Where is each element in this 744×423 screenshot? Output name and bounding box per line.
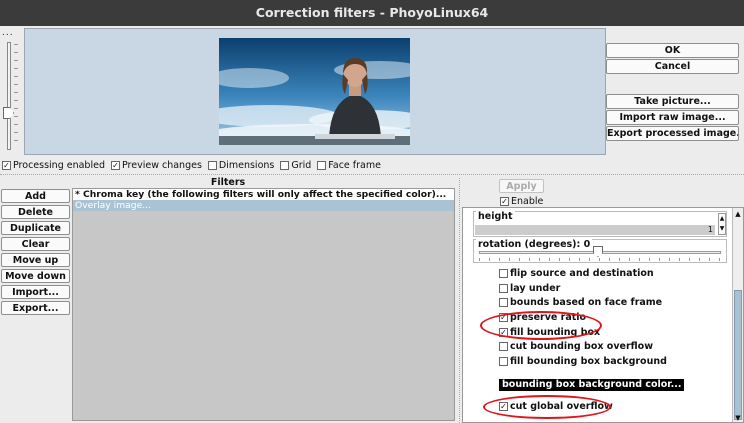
horizontal-splitter[interactable] [0, 174, 744, 175]
rotation-slider-ticks [479, 258, 721, 261]
delete-filter-button[interactable]: Delete [1, 205, 70, 219]
checkbox-box[interactable] [499, 402, 508, 411]
processing-enabled-checkbox[interactable]: Processing enabled [2, 160, 105, 171]
checkbox-box[interactable] [2, 160, 11, 170]
scroll-up-icon[interactable]: ▲ [734, 210, 742, 218]
checkbox-label: preserve ratio [510, 312, 587, 323]
rotation-label: rotation (degrees): 0 [476, 239, 593, 250]
grid-checkbox[interactable]: Grid [280, 160, 311, 171]
height-spinner[interactable]: ▲ ▼ [718, 213, 726, 235]
checkbox-box[interactable] [207, 160, 217, 170]
checkbox-box[interactable] [499, 284, 508, 293]
checkbox-label: Preview changes [121, 159, 202, 171]
checkbox-label: Face frame [328, 159, 381, 171]
filter-list-item[interactable]: * Chroma key (the following filters will… [73, 189, 454, 200]
checkbox-box[interactable] [317, 160, 327, 170]
preview-options: Processing enabled Preview changes Dimen… [2, 158, 384, 172]
scrollbar-thumb[interactable] [734, 290, 742, 420]
bounding-box-background-color-button[interactable]: bounding box background color... [499, 379, 685, 391]
fill-bounding-box-background-checkbox[interactable]: fill bounding box background [499, 356, 667, 367]
preserve-ratio-checkbox[interactable]: preserve ratio [499, 312, 586, 323]
vertical-splitter[interactable] [459, 178, 460, 423]
rotation-slider-thumb[interactable] [593, 246, 603, 257]
checkbox-box[interactable] [499, 328, 508, 337]
import-filters-button[interactable]: Import... [1, 285, 70, 299]
apply-button[interactable]: Apply [499, 179, 544, 193]
checkbox-box[interactable] [500, 197, 509, 206]
cut-bounding-box-overflow-checkbox[interactable]: cut bounding box overflow [499, 341, 653, 352]
add-filter-button[interactable]: Add [1, 189, 70, 203]
checkbox-box[interactable] [110, 160, 120, 170]
preview-changes-checkbox[interactable]: Preview changes [110, 159, 202, 171]
checkbox-box[interactable] [499, 357, 508, 366]
dimensions-checkbox[interactable]: Dimensions [207, 159, 275, 171]
cut-global-overflow-checkbox[interactable]: cut global overflow [499, 401, 613, 412]
filter-list[interactable]: * Chroma key (the following filters will… [72, 188, 455, 421]
checkbox-label: Grid [291, 159, 312, 171]
preview-image [219, 38, 410, 145]
clear-filters-button[interactable]: Clear [1, 237, 70, 251]
fill-bounding-box-checkbox[interactable]: fill bounding box [499, 327, 600, 338]
take-picture-button[interactable]: Take picture... [606, 94, 739, 109]
zoom-slider-track[interactable] [7, 42, 11, 150]
duplicate-filter-button[interactable]: Duplicate [1, 221, 70, 235]
rotation-group: rotation (degrees): 0 [473, 239, 727, 263]
checkbox-box[interactable] [499, 342, 508, 351]
checkbox-label: bounds based on face frame [510, 297, 663, 308]
enable-checkbox[interactable]: Enable [500, 196, 543, 207]
checkbox-label: Dimensions [218, 159, 275, 171]
lay-under-checkbox[interactable]: lay under [499, 283, 560, 294]
checkbox-label: fill bounding box [510, 327, 601, 338]
export-filters-button[interactable]: Export... [1, 301, 70, 315]
height-label: height [476, 211, 515, 222]
zoom-slider-thumb[interactable] [3, 107, 14, 119]
checkbox-box[interactable] [280, 160, 290, 170]
export-processed-image-button[interactable]: Export processed image... [606, 126, 739, 141]
spinner-down-icon[interactable]: ▼ [719, 224, 725, 234]
checkbox-label: lay under [510, 283, 561, 294]
checkbox-box[interactable] [499, 269, 508, 278]
checkbox-label: cut global overflow [510, 401, 613, 412]
face-frame-checkbox[interactable]: Face frame [317, 160, 381, 171]
checkbox-label: cut bounding box overflow [510, 341, 653, 352]
flip-source-destination-checkbox[interactable]: flip source and destination [499, 268, 654, 279]
preview-panel [24, 28, 606, 155]
checkbox-label: Processing enabled [13, 159, 105, 171]
zoom-slider-ticks [14, 44, 18, 148]
checkbox-label: fill bounding box background [510, 356, 667, 367]
spinner-up-icon[interactable]: ▲ [719, 214, 725, 224]
checkbox-label: Enable [511, 196, 544, 207]
properties-scrollbar[interactable]: ▲ ▼ [732, 208, 743, 422]
move-up-button[interactable]: Move up [1, 253, 70, 267]
filters-title: Filters [210, 177, 246, 188]
scroll-down-icon[interactable]: ▼ [734, 414, 742, 422]
import-raw-image-button[interactable]: Import raw image... [606, 110, 739, 125]
height-group: height 1 ▲ ▼ [473, 211, 727, 237]
height-input[interactable]: 1 [475, 225, 715, 235]
zoom-slider[interactable]: ... [0, 28, 20, 154]
cancel-button[interactable]: Cancel [606, 59, 739, 74]
ok-button[interactable]: OK [606, 43, 739, 58]
filter-properties-panel: height 1 ▲ ▼ rotation (degrees): 0 flip … [462, 207, 744, 423]
checkbox-box[interactable] [499, 313, 508, 322]
bounds-face-frame-checkbox[interactable]: bounds based on face frame [499, 297, 662, 308]
window-title: Correction filters - PhoyoLinux64 [0, 0, 744, 26]
checkbox-box[interactable] [499, 298, 508, 307]
filter-list-item-selected[interactable]: Overlay image... [73, 200, 454, 211]
move-down-button[interactable]: Move down [1, 269, 70, 283]
zoom-slider-label: ... [2, 28, 14, 38]
checkbox-label: flip source and destination [510, 268, 654, 279]
